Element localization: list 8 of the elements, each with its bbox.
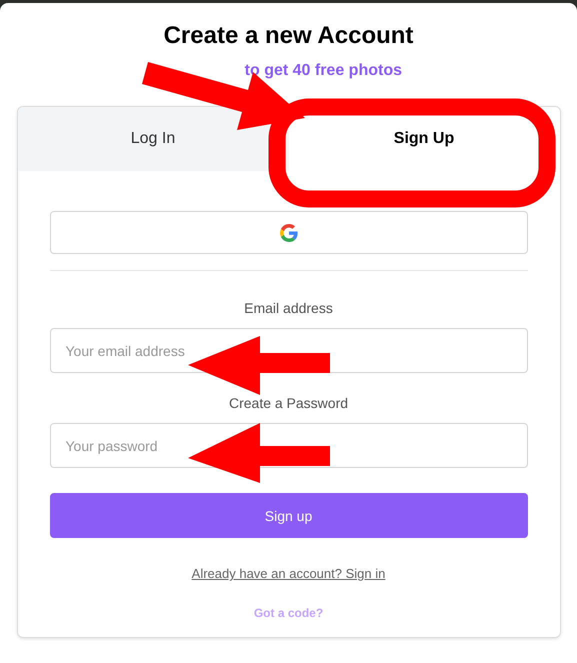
google-button[interactable] xyxy=(50,211,528,254)
field-label: Create a Password xyxy=(228,395,350,411)
field-label: Email address xyxy=(243,300,334,316)
sign-up-button[interactable]: Sign up xyxy=(50,493,528,538)
page-title: Create a new Account xyxy=(164,22,414,50)
google-icon xyxy=(280,224,298,242)
sign-in-link[interactable]: Already have an account? Sign in xyxy=(192,566,386,581)
tab[interactable]: Log In xyxy=(18,107,288,171)
